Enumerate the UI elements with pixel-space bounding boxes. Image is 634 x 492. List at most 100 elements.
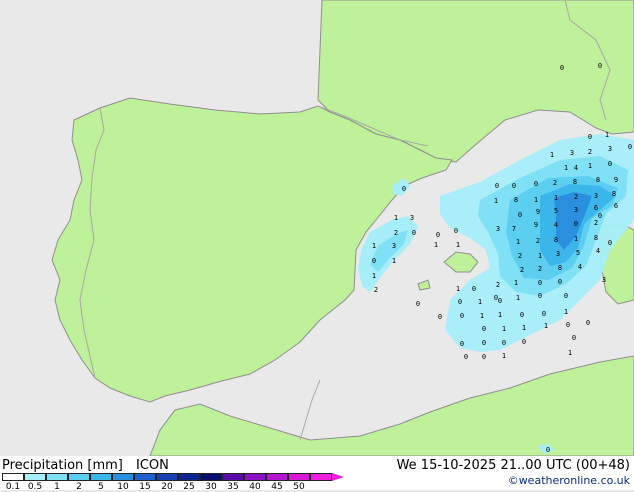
precip-value-label: 3 — [392, 242, 396, 250]
scale-swatch — [24, 473, 46, 481]
precip-value-label: 1 — [516, 238, 520, 246]
scale-tick-label: 10 — [117, 482, 129, 492]
precip-value-label: 0 — [438, 313, 442, 321]
scale-swatch — [178, 473, 200, 481]
credit-link[interactable]: ©weatheronline.co.uk — [508, 474, 630, 487]
precip-value-label: 3 — [602, 276, 606, 284]
precip-value-label: 0 — [482, 325, 486, 333]
precip-value-label: 0 — [412, 229, 416, 237]
precip-value-label: 3 — [570, 149, 574, 157]
precip-value-label: 0 — [598, 212, 602, 220]
precip-value-label: 3 — [608, 145, 612, 153]
precip-value-label: 0 — [546, 446, 550, 454]
precip-value-label: 0 — [482, 353, 486, 361]
precip-value-label: 8 — [594, 234, 598, 242]
precip-value-label: 1 — [480, 312, 484, 320]
precip-value-label: 2 — [374, 286, 378, 294]
precip-value-label: 0 — [608, 160, 612, 168]
precip-value-label: 8 — [596, 176, 600, 184]
scale-swatch — [222, 473, 244, 481]
precip-value-label: 1 — [516, 294, 520, 302]
scale-tick-label: 25 — [183, 482, 195, 492]
scale-tick-label: 45 — [271, 482, 283, 492]
precip-value-label: 1 — [478, 298, 482, 306]
precip-value-label: 0 — [454, 227, 458, 235]
scale-swatch — [156, 473, 178, 481]
precip-value-label: 1 — [564, 164, 568, 172]
precip-value-label: 2 — [594, 219, 598, 227]
precip-value-label: 0 — [458, 298, 462, 306]
scale-swatch — [200, 473, 222, 481]
precip-value-label: 0 — [564, 292, 568, 300]
precip-value-label: 1 — [502, 352, 506, 360]
precip-value-label: 0 — [402, 185, 406, 193]
precip-value-label: 0 — [542, 310, 546, 318]
precip-value-label: 0 — [538, 279, 542, 287]
precip-value-label: 0 — [558, 278, 562, 286]
precip-value-label: 1 — [544, 322, 548, 330]
precipitation-map[interactable]: 0001132301410000288918112389536694023781… — [0, 0, 634, 457]
scale-swatch — [2, 473, 24, 481]
scale-tick-label: 1 — [54, 482, 60, 492]
precip-value-label: 0 — [518, 211, 522, 219]
precip-value-label: 2 — [553, 179, 557, 187]
precip-value-label: 0 — [502, 339, 506, 347]
precip-value-label: 8 — [554, 236, 558, 244]
precip-value-label: 2 — [588, 148, 592, 156]
precip-value-label: 0 — [566, 321, 570, 329]
precip-value-label: 6 — [614, 202, 618, 210]
precip-value-label: 1 — [538, 252, 542, 260]
precip-value-label: 0 — [572, 334, 576, 342]
precip-value-label: 1 — [392, 257, 396, 265]
precip-value-label: 0 — [574, 220, 578, 228]
forecast-datetime: We 15-10-2025 21..00 UTC (00+48) — [396, 458, 630, 473]
precip-value-label: 0 — [560, 64, 564, 72]
precip-value-label: 2 — [520, 266, 524, 274]
precip-value-label: 3 — [410, 214, 414, 222]
precip-value-label: 1 — [498, 311, 502, 319]
scale-tick-label: 30 — [205, 482, 217, 492]
precip-value-label: 6 — [594, 204, 598, 212]
precip-value-label: 4 — [574, 164, 578, 172]
precip-value-label: 1 — [588, 162, 592, 170]
scale-swatch — [310, 473, 332, 481]
precip-value-label: 0 — [588, 133, 592, 141]
precip-value-label: 1 — [574, 235, 578, 243]
precip-value-label: 1 — [564, 308, 568, 316]
precip-value-label: 0 — [495, 182, 499, 190]
precip-value-label: 1 — [456, 241, 460, 249]
precip-value-label: 0 — [416, 300, 420, 308]
precip-value-label: 0 — [608, 239, 612, 247]
precip-value-label: 2 — [496, 281, 500, 289]
scale-tick-label: 50 — [293, 482, 305, 492]
precip-value-label: 1 — [605, 131, 609, 139]
precip-value-label: 9 — [536, 208, 540, 216]
precip-value-label: 8 — [573, 178, 577, 186]
precip-value-label: 8 — [612, 190, 616, 198]
precip-value-label: 2 — [574, 193, 578, 201]
scale-tick-label: 2 — [76, 482, 82, 492]
precip-value-label: 2 — [536, 237, 540, 245]
precip-value-label: 1 — [456, 285, 460, 293]
precip-value-label: 4 — [578, 263, 582, 271]
precip-value-label: 1 — [550, 151, 554, 159]
scale-swatch — [112, 473, 134, 481]
precip-value-label: 0 — [538, 292, 542, 300]
precip-value-label: 0 — [520, 311, 524, 319]
precip-value-label: 0 — [482, 339, 486, 347]
scale-tick-label: 15 — [139, 482, 151, 492]
precip-value-label: 4 — [554, 221, 558, 229]
precip-value-label: 3 — [594, 192, 598, 200]
precip-value-label: 0 — [586, 319, 590, 327]
precip-value-label: 1 — [554, 194, 558, 202]
scale-swatch — [46, 473, 68, 481]
precip-value-label: 1 — [568, 349, 572, 357]
precip-value-label: 0 — [522, 338, 526, 346]
precip-value-label: 1 — [534, 196, 538, 204]
scale-swatch — [266, 473, 288, 481]
precip-value-label: 1 — [502, 325, 506, 333]
scale-swatch — [68, 473, 90, 481]
legend-title: Precipitation [mm] — [2, 458, 123, 473]
scale-tick-label: 0.1 — [5, 482, 21, 492]
scale-tick-label: 20 — [161, 482, 173, 492]
